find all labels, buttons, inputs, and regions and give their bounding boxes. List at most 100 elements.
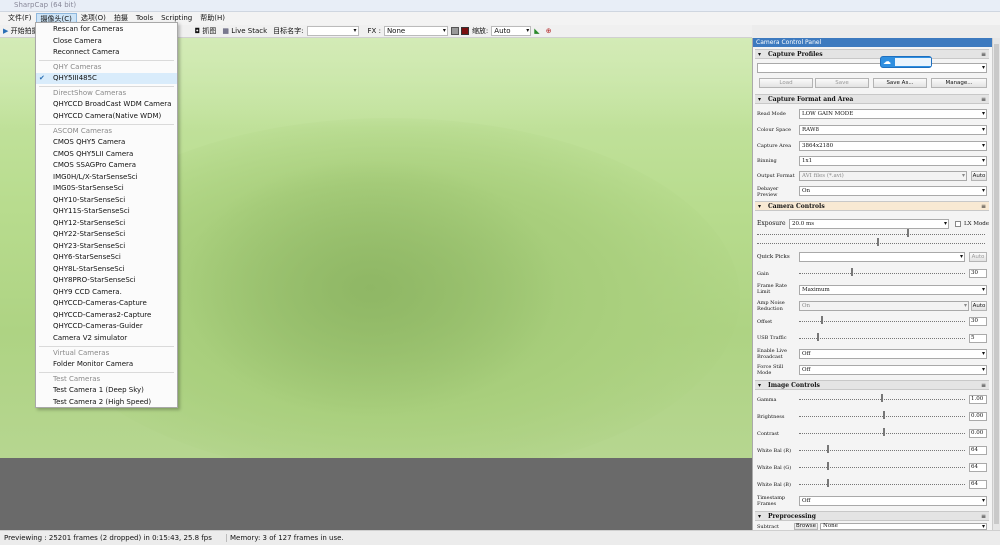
timestamp-label: Timestamp Frames: [757, 495, 786, 507]
still-mode-select[interactable]: Off: [799, 365, 987, 375]
white-bal-b-slider[interactable]: [799, 479, 965, 487]
menu-item-reconnect[interactable]: Reconnect Camera: [36, 47, 177, 58]
section-image-controls[interactable]: ▾ Image Controls ≡: [755, 380, 989, 390]
profile-select[interactable]: [757, 63, 987, 73]
menu-item[interactable]: Folder Monitor Camera: [36, 359, 177, 370]
hamburger-icon[interactable]: ≡: [981, 50, 986, 59]
white-bal-g-value[interactable]: 64: [969, 463, 987, 472]
gamma-value[interactable]: 1.00: [969, 395, 987, 404]
menu-item[interactable]: QHYCCD-Cameras-Capture: [36, 298, 177, 309]
menu-item[interactable]: QHYCCD BroadCast WDM Camera: [36, 99, 177, 110]
capture-area-select[interactable]: 3864x2180: [799, 141, 987, 151]
histogram-icon[interactable]: ◣: [531, 27, 542, 35]
debayer-preview-select[interactable]: On: [799, 186, 987, 196]
white-bal-r-value[interactable]: 64: [969, 446, 987, 455]
menu-header-ascom: ASCOM Cameras: [53, 127, 113, 135]
color-swatch-grey[interactable]: [450, 27, 459, 35]
amp-auto-button[interactable]: Auto: [971, 301, 987, 311]
manage-button[interactable]: Manage...: [931, 78, 987, 88]
title-bar: SharpCap (64 bit): [0, 0, 1000, 12]
lx-mode-checkbox[interactable]: [955, 221, 961, 227]
colour-space-select[interactable]: RAW8: [799, 125, 987, 135]
usb-traffic-slider[interactable]: [799, 333, 965, 341]
menu-help[interactable]: 帮助(H): [196, 13, 229, 24]
section-capture-format[interactable]: ▾ Capture Format and Area ≡: [755, 94, 989, 104]
offset-slider[interactable]: [799, 316, 965, 324]
contrast-slider[interactable]: [799, 428, 965, 436]
menu-item[interactable]: QHYCCD-Cameras2-Capture: [36, 310, 177, 321]
read-mode-select[interactable]: LOW GAIN MODE: [799, 109, 987, 119]
zoom-select[interactable]: Auto: [491, 26, 532, 36]
white-bal-g-slider[interactable]: [799, 462, 965, 470]
menu-item[interactable]: Test Camera 1 (Deep Sky): [36, 385, 177, 396]
section-camera-controls[interactable]: ▾ Camera Controls ≡: [755, 201, 989, 211]
exposure-auto-button[interactable]: Auto: [969, 252, 987, 262]
live-stack-button[interactable]: ▦ Live Stack: [219, 27, 270, 35]
browse-button[interactable]: Browse: [794, 523, 818, 530]
brightness-slider[interactable]: [799, 411, 965, 419]
white-bal-r-slider[interactable]: [799, 445, 965, 453]
exposure-fine-slider[interactable]: [757, 238, 985, 246]
scrollbar-thumb[interactable]: [994, 44, 999, 524]
frame-rate-select[interactable]: Maximum: [799, 285, 987, 295]
binning-select[interactable]: 1x1: [799, 156, 987, 166]
menu-item-close-camera[interactable]: Close Camera: [36, 36, 177, 47]
collapse-icon: ▾: [758, 51, 762, 58]
subtract-dark-select[interactable]: None: [820, 523, 987, 530]
contrast-value[interactable]: 0.00: [969, 429, 987, 438]
color-swatch-red[interactable]: [460, 27, 469, 35]
panel-scrollbar[interactable]: [992, 38, 1000, 530]
menu-item[interactable]: QHY8L-StarSenseSci: [36, 264, 177, 275]
menu-item[interactable]: QHY10-StarSenseSci: [36, 195, 177, 206]
menu-item-qhy5iii485c[interactable]: ✔ QHY5III485C: [36, 73, 177, 84]
memory-status: Memory: 3 of 127 frames in use.: [226, 534, 344, 542]
exposure-input[interactable]: 20.0 ms: [789, 219, 949, 229]
load-button[interactable]: Load: [759, 78, 813, 88]
save-as-button[interactable]: Save As...: [873, 78, 927, 88]
save-button[interactable]: Save: [815, 78, 869, 88]
timestamp-select[interactable]: Off: [799, 496, 987, 506]
menu-item-rescan[interactable]: Rescan for Cameras: [36, 24, 177, 35]
menu-item[interactable]: IMG0S-StarSenseSci: [36, 183, 177, 194]
hamburger-icon[interactable]: ≡: [981, 381, 986, 390]
menu-item[interactable]: QHY22-StarSenseSci: [36, 229, 177, 240]
hamburger-icon[interactable]: ≡: [981, 202, 986, 211]
white-bal-b-value[interactable]: 64: [969, 480, 987, 489]
hamburger-icon[interactable]: ≡: [981, 95, 986, 104]
menu-item[interactable]: QHY9 CCD Camera.: [36, 287, 177, 298]
menu-item[interactable]: CMOS QHY5 Camera: [36, 137, 177, 148]
section-preprocessing[interactable]: ▾ Preprocessing ≡: [755, 511, 989, 521]
usb-traffic-value[interactable]: 5: [969, 334, 987, 343]
reticle-icon[interactable]: ⊕: [543, 27, 555, 35]
quick-picks-select[interactable]: [799, 252, 965, 262]
menu-item[interactable]: QHY11S-StarSenseSci: [36, 206, 177, 217]
fx-select[interactable]: None: [383, 26, 448, 36]
menu-item[interactable]: QHY23-StarSenseSci: [36, 241, 177, 252]
menu-item[interactable]: QHYCCD-Cameras-Guider: [36, 321, 177, 332]
gain-slider[interactable]: [799, 268, 965, 276]
amp-noise-select[interactable]: On: [799, 301, 969, 311]
output-format-select[interactable]: AVI files (*.avi): [799, 171, 967, 181]
menu-item[interactable]: CMOS SSAGPro Camera: [36, 160, 177, 171]
output-format-auto-button[interactable]: Auto: [971, 171, 987, 181]
gamma-slider[interactable]: [799, 394, 965, 402]
menu-item[interactable]: QHY12-StarSenseSci: [36, 218, 177, 229]
menu-item[interactable]: QHYCCD Camera(Native WDM): [36, 111, 177, 122]
target-name-input[interactable]: [306, 26, 359, 36]
menu-item[interactable]: Test Camera 2 (High Speed): [36, 397, 177, 408]
menu-file[interactable]: 文件(F): [4, 13, 36, 24]
menu-item[interactable]: QHY6-StarSenseSci: [36, 252, 177, 263]
section-capture-profiles[interactable]: ▾ Capture Profiles ≡: [755, 49, 989, 59]
hamburger-icon[interactable]: ≡: [981, 512, 986, 521]
menu-item[interactable]: Camera V2 simulator: [36, 333, 177, 344]
menu-item[interactable]: QHY8PRO-StarSenseSci: [36, 275, 177, 286]
white-bal-g-label: White Bal (G): [757, 465, 792, 471]
offset-value[interactable]: 30: [969, 317, 987, 326]
gain-value[interactable]: 30: [969, 269, 987, 278]
menu-item[interactable]: IMG0H/L/X-StarSenseSci: [36, 172, 177, 183]
live-broadcast-select[interactable]: Off: [799, 349, 987, 359]
brightness-value[interactable]: 0.00: [969, 412, 987, 421]
snapshot-button[interactable]: ◘ 抓图: [192, 26, 220, 36]
menu-item[interactable]: CMOS QHY5LII Camera: [36, 149, 177, 160]
exposure-coarse-slider[interactable]: [757, 229, 985, 237]
